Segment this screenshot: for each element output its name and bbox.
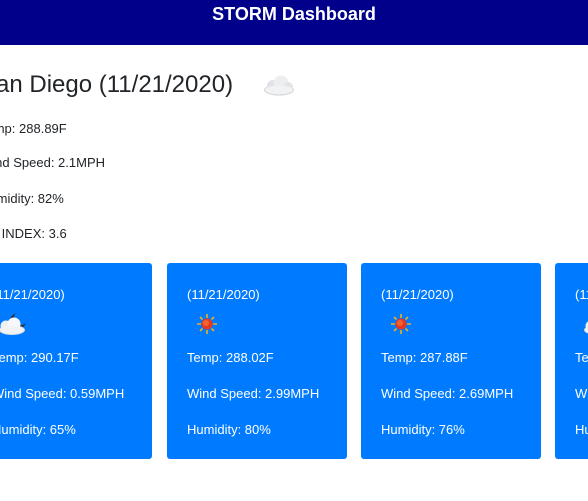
current-wind: Wind Speed: 2.1MPH [0, 155, 106, 170]
forecast-humidity: Humidity: 65% [0, 422, 76, 437]
forecast-humidity: Humidity: 76% [381, 422, 465, 437]
forecast-date: (11/21/2020) [381, 287, 454, 302]
sun-icon [185, 309, 225, 339]
forecast-wind: Wind Speed: 0.59MPH [0, 386, 125, 401]
forecast-date: (11/21/2020) [575, 287, 588, 302]
forecast-wind: Wind Speed: 2.99MPH [187, 386, 320, 401]
forecast-wind: Wind Speed: 2.69MPH [381, 386, 514, 401]
forecast-card: (11/21/2020) Temp: Wind Speed: Humidity: [555, 263, 588, 459]
forecast-card: (11/21/2020) Temp: 288.02F Wind Speed: 2… [167, 263, 347, 459]
app-title: STORM Dashboard [212, 4, 376, 24]
forecast-card: (11/21/2020) Temp: 290.17F Wind Speed: 0… [0, 263, 152, 459]
sun-icon [379, 309, 419, 339]
cloud-icon [262, 72, 296, 98]
navbar: STORM Dashboard [0, 0, 588, 45]
city-date: San Diego (11/21/2020) [0, 71, 234, 98]
cloud-moon-icon [0, 309, 34, 339]
current-uv-index: UV INDEX: 3.6 [0, 226, 67, 241]
forecast-card: (11/21/2020) Temp: 287.88F Wind Speed: 2… [361, 263, 541, 459]
forecast-temp: Temp: [575, 350, 588, 365]
forecast-humidity: Humidity: 80% [187, 422, 271, 437]
forecast-temp: Temp: 287.88F [381, 350, 468, 365]
current-temp: Temp: 288.89F [0, 121, 67, 136]
cloud-icon [579, 309, 588, 339]
current-weather: San Diego (11/21/2020) Temp: 288.89F Win… [0, 66, 588, 241]
forecast-temp: Temp: 290.17F [0, 350, 79, 365]
forecast-temp: Temp: 288.02F [187, 350, 274, 365]
forecast-humidity: Humidity: [575, 422, 588, 437]
current-heading: San Diego (11/21/2020) [0, 66, 588, 104]
forecast-date: (11/21/2020) [0, 287, 65, 302]
forecast-wind: Wind Speed: [575, 386, 588, 401]
current-humidity: Humidity: 82% [0, 191, 64, 206]
forecast-date: (11/21/2020) [187, 287, 260, 302]
